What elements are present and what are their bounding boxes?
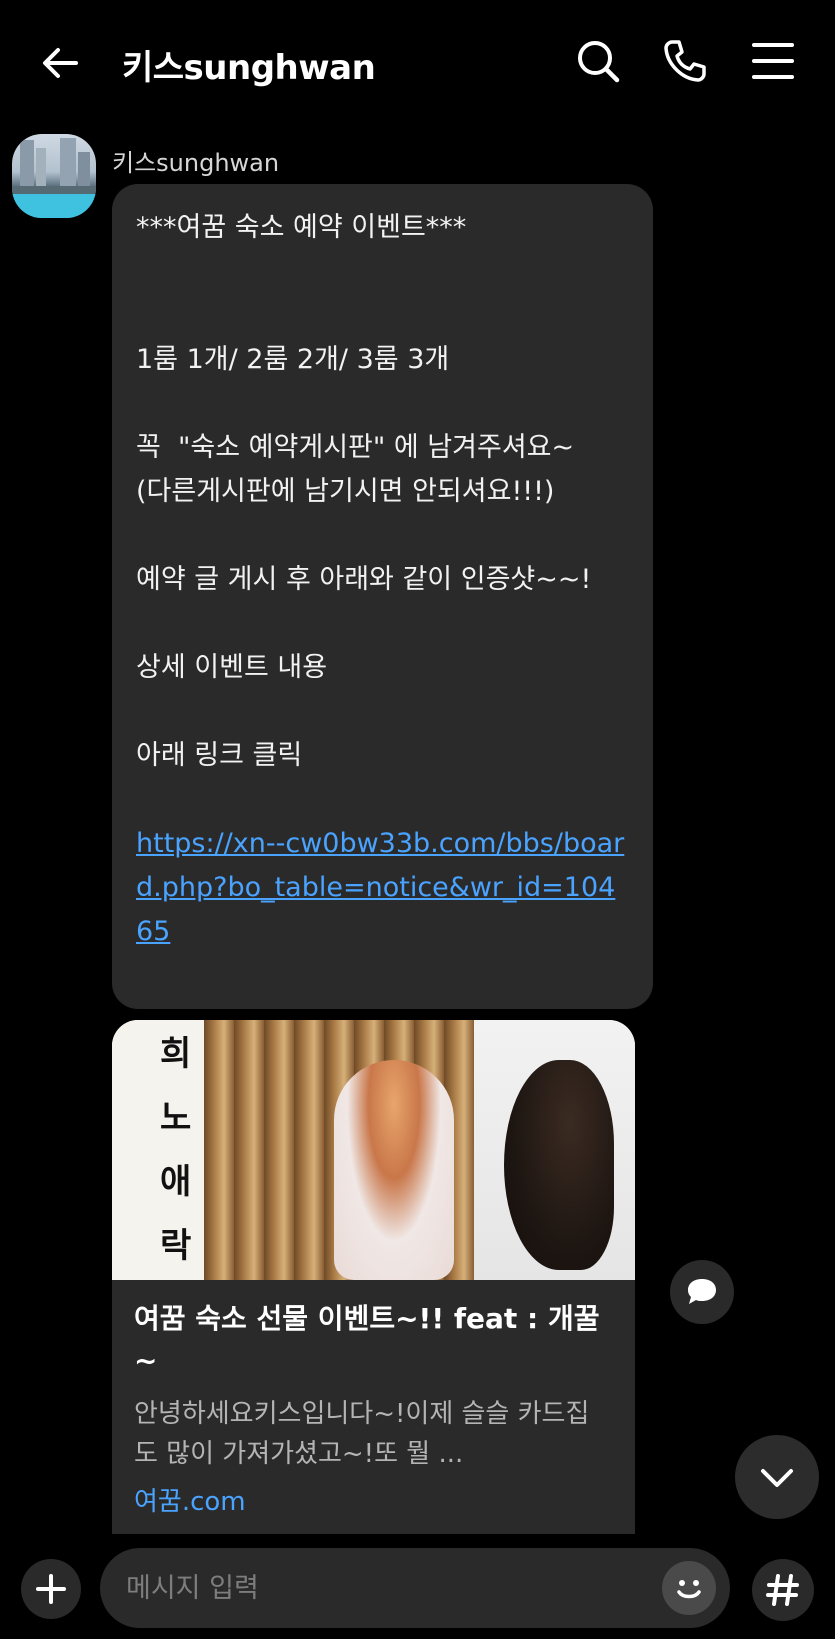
hashtag-button[interactable] — [752, 1559, 814, 1621]
link-preview-thumbnail: 희 노 애 락 — [112, 1020, 635, 1280]
message-line — [136, 294, 629, 338]
message-link[interactable]: https://xn--cw0bw33b.com/bbs/board.php?b… — [136, 822, 629, 954]
smiley-icon — [677, 1580, 701, 1599]
back-arrow-icon — [43, 48, 78, 78]
chat-title: 키스sunghwan — [122, 48, 376, 88]
message-line — [136, 778, 629, 822]
menu-icon — [752, 43, 794, 79]
message-line — [136, 514, 629, 558]
message-line: 예약 글 게시 후 아래와 같이 인증샷~~! — [136, 564, 592, 595]
link-preview-title: 여꿈 숙소 선물 이벤트~!! feat : 개꿀~ — [134, 1302, 600, 1377]
call-button[interactable] — [660, 36, 710, 86]
back-button[interactable] — [36, 38, 86, 88]
calligraphy-char: 희 — [160, 1034, 192, 1074]
message-line — [136, 382, 629, 426]
link-preview-card[interactable]: 희 노 애 락 여꿈 숙소 선물 이벤트~!! feat : 개꿀~ 안녕하세요… — [112, 1020, 635, 1534]
chat-screen: 키스sunghwan 키스sunghwan ***여꿈 숙소 예약 이벤트***… — [0, 0, 835, 1639]
message-input-bar — [0, 1534, 835, 1639]
hashtag-icon — [766, 1574, 799, 1606]
phone-icon — [664, 40, 706, 82]
message-line: ***여꿈 숙소 예약 이벤트*** — [136, 212, 467, 243]
message-line: 1룸 1개/ 2룸 2개/ 3룸 3개 — [136, 344, 450, 375]
link-preview-description: 안녕하세요키스입니다~!이제 슬슬 카드집도 많이 가져가셨고~!또 뭘 ... — [134, 1399, 590, 1469]
calligraphy-char: 애 — [160, 1162, 192, 1202]
calligraphy-char: 노 — [160, 1098, 192, 1138]
message-line: (다른게시판에 남기시면 안되셔요!!!) — [136, 476, 555, 507]
search-button[interactable] — [573, 36, 623, 86]
message-input[interactable] — [100, 1548, 730, 1628]
message-line: 상세 이벤트 내용 — [136, 652, 328, 683]
chevron-down-icon — [761, 1469, 793, 1487]
calligraphy-char: 락 — [160, 1226, 192, 1266]
thumbnail-calligraphy: 희 노 애 락 — [112, 1020, 204, 1280]
reply-button[interactable] — [670, 1260, 734, 1324]
link-preview-domain: 여꿈.com — [134, 1487, 246, 1517]
sender-name: 키스sunghwan — [112, 149, 280, 177]
thumbnail-photo — [204, 1020, 474, 1280]
menu-button[interactable] — [748, 36, 798, 86]
avatar-photo — [12, 138, 96, 218]
message-bubble[interactable]: ***여꿈 숙소 예약 이벤트*** 1룸 1개/ 2룸 2개/ 3룸 3개 꼭… — [112, 184, 653, 1009]
thumbnail-photo-right — [474, 1020, 635, 1280]
speech-bubble-icon — [688, 1279, 716, 1304]
emoji-button[interactable] — [662, 1561, 716, 1615]
message-line: 아래 링크 클릭 — [136, 740, 303, 771]
message-line — [136, 602, 629, 646]
thumbnail-figure — [334, 1060, 454, 1280]
chat-header: 키스sunghwan — [0, 0, 835, 124]
message-line: 꼭 "숙소 예약게시판" 에 남겨주셔요~ — [136, 432, 575, 463]
link-preview-body: 여꿈 숙소 선물 이벤트~!! feat : 개꿀~ 안녕하세요키스입니다~!이… — [112, 1280, 635, 1520]
message-line — [136, 250, 629, 294]
plus-icon — [36, 1574, 66, 1604]
attach-button[interactable] — [21, 1559, 81, 1619]
search-icon — [578, 41, 620, 83]
thumbnail-figure-right — [504, 1060, 614, 1270]
message-line — [136, 690, 629, 734]
avatar[interactable] — [12, 134, 96, 218]
scroll-to-bottom-button[interactable] — [735, 1435, 819, 1519]
